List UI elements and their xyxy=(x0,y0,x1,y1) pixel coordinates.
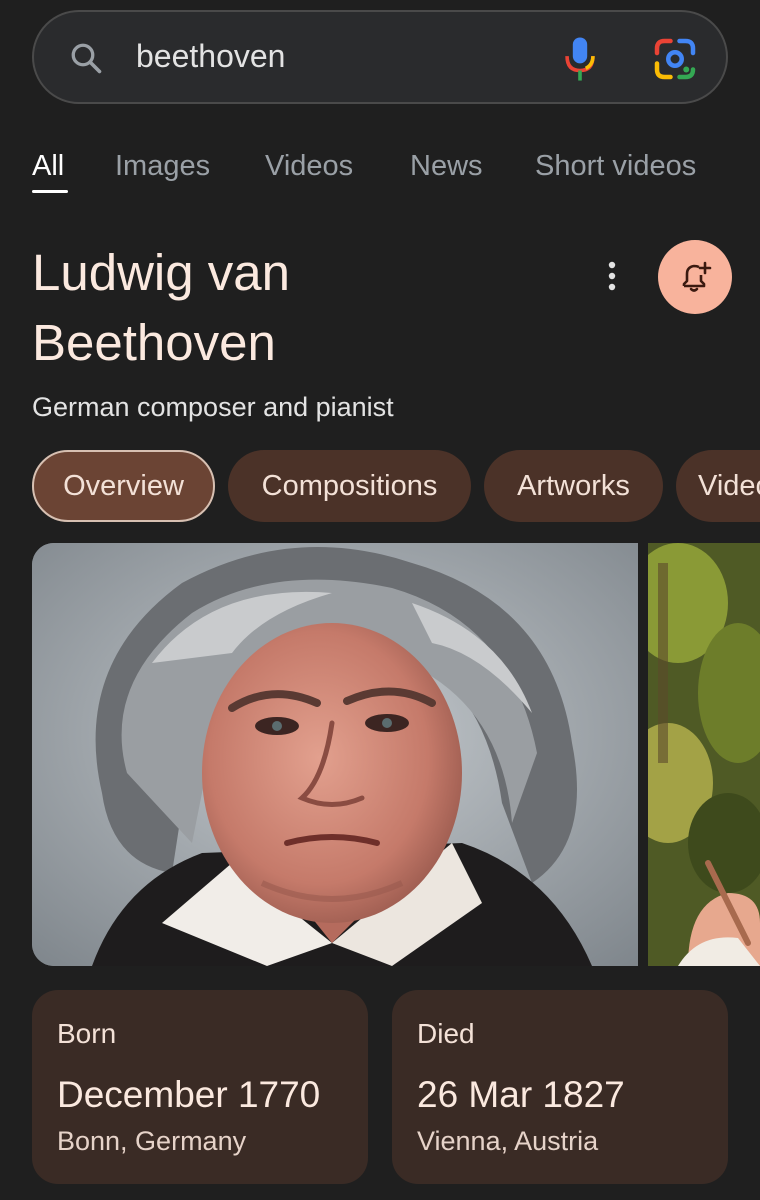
more-vert-icon[interactable] xyxy=(596,256,628,296)
portrait-image[interactable] xyxy=(32,543,638,966)
fact-label-died: Died xyxy=(417,1018,475,1049)
search-results-page: beethoven All Images Videos News Short v… xyxy=(0,0,760,1200)
entity-title-line2: Beethoven xyxy=(32,314,276,371)
entity-title: Ludwig van Beethoven xyxy=(32,238,552,378)
search-icon[interactable] xyxy=(68,40,104,76)
active-tab-indicator xyxy=(32,190,68,193)
search-input[interactable]: beethoven xyxy=(136,38,285,75)
tab-all[interactable]: All xyxy=(32,150,64,183)
entity-chips: Overview Compositions Artworks Videos xyxy=(0,450,760,524)
fact-card-died[interactable]: Died 26 Mar 1827 Vienna, Austria xyxy=(392,990,728,1184)
fact-label-born: Born xyxy=(57,1018,117,1049)
entity-subtitle: German composer and pianist xyxy=(32,392,394,422)
chip-compositions[interactable]: Compositions xyxy=(228,450,471,522)
bell-plus-icon xyxy=(682,261,712,292)
search-tabs: All Images Videos News Short videos xyxy=(0,140,760,202)
search-bar[interactable]: beethoven xyxy=(32,10,728,104)
tab-images[interactable]: Images xyxy=(115,150,210,183)
follow-button[interactable] xyxy=(658,240,732,314)
chip-artworks[interactable]: Artworks xyxy=(484,450,663,522)
google-lens-icon[interactable] xyxy=(654,38,696,80)
entity-title-line1: Ludwig van xyxy=(32,244,291,301)
fact-card-born[interactable]: Born December 1770 Bonn, Germany xyxy=(32,990,368,1184)
tab-short-videos[interactable]: Short videos xyxy=(535,150,696,183)
fact-place-died: Vienna, Austria xyxy=(417,1126,599,1156)
tab-videos[interactable]: Videos xyxy=(265,150,353,183)
mic-icon[interactable] xyxy=(564,36,596,82)
portrait-image-2[interactable] xyxy=(648,543,760,966)
fact-value-died: 26 Mar 1827 xyxy=(417,1074,625,1115)
chip-videos[interactable]: Videos xyxy=(676,450,760,522)
chip-overview[interactable]: Overview xyxy=(32,450,215,522)
fact-value-born: December 1770 xyxy=(57,1074,321,1115)
fact-place-born: Bonn, Germany xyxy=(57,1126,247,1156)
tab-news[interactable]: News xyxy=(410,150,483,183)
